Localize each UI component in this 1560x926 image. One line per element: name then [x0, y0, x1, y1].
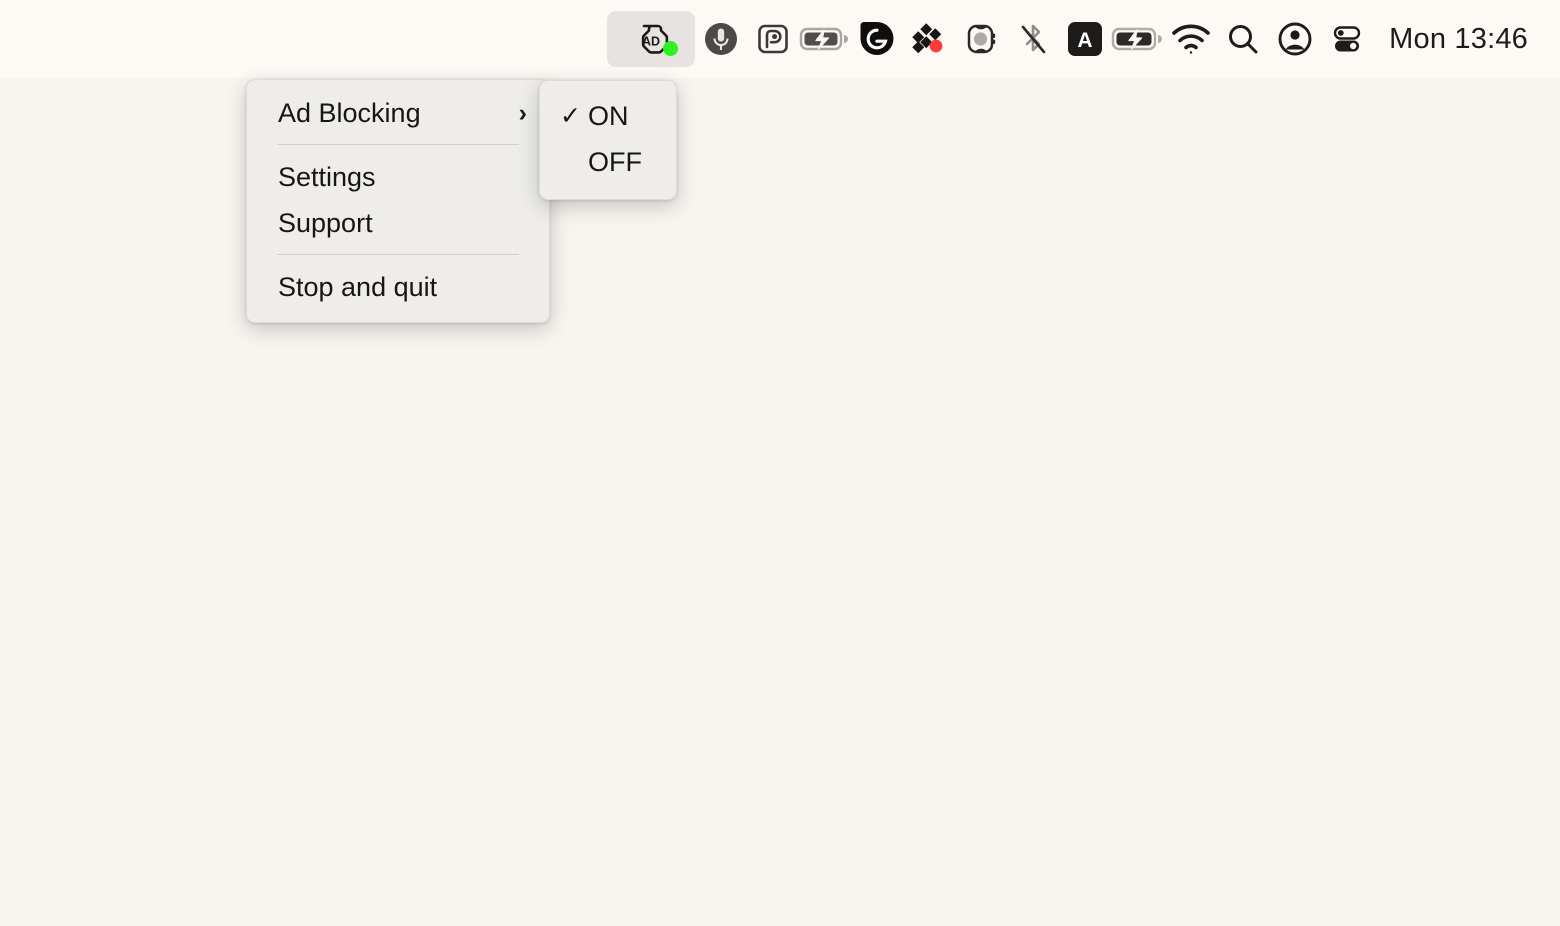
menu-separator	[277, 144, 519, 145]
menubar-item-battery-external[interactable]	[799, 11, 851, 67]
menu-item-settings[interactable]: Settings	[247, 154, 549, 200]
svg-text:A: A	[1078, 29, 1093, 52]
menubar-item-control-center[interactable]	[1321, 11, 1373, 67]
submenu-item-label: OFF	[588, 146, 642, 177]
menu-bar: AD A Mon 13:46	[0, 0, 1560, 78]
ad-blocking-submenu: ✓ ON OFF	[539, 80, 677, 200]
menubar-item-grammarly[interactable]	[851, 11, 903, 67]
menu-item-ad-blocking[interactable]: Ad Blocking ›	[247, 90, 549, 136]
battery-charging-icon	[1111, 22, 1165, 56]
menubar-item-input-source[interactable]: A	[1059, 11, 1111, 67]
svg-text:AD: AD	[642, 35, 660, 49]
adblock-status-dot	[663, 41, 679, 56]
adblock-dropdown-menu: Ad Blocking › Settings Support Stop and …	[246, 79, 550, 323]
menu-separator	[277, 254, 519, 255]
submenu-item-off[interactable]: OFF	[540, 139, 676, 185]
user-account-icon	[1275, 19, 1315, 59]
menubar-clock[interactable]: Mon 13:46	[1373, 23, 1528, 56]
submenu-item-on[interactable]: ✓ ON	[540, 93, 676, 139]
input-source-a-icon: A	[1063, 20, 1107, 58]
bluetooth-off-icon	[1013, 18, 1053, 60]
menubar-item-spotlight[interactable]	[1217, 11, 1269, 67]
menubar-item-adblock[interactable]: AD	[607, 11, 696, 67]
wifi-icon	[1170, 22, 1212, 56]
menubar-item-battery[interactable]	[1111, 11, 1165, 67]
submenu-item-label: ON	[588, 100, 629, 131]
search-icon	[1223, 19, 1263, 59]
microphone-icon	[701, 19, 741, 59]
grammarly-icon	[856, 18, 898, 60]
notification-badge	[929, 39, 943, 53]
control-center-icon	[1327, 19, 1367, 59]
menu-item-label: Support	[278, 207, 373, 238]
menu-item-label: Stop and quit	[278, 271, 438, 302]
battery-charging-icon	[799, 22, 851, 56]
diamond-cluster-icon	[909, 19, 949, 59]
menu-item-label: Settings	[278, 161, 376, 192]
menubar-item-apple-watch[interactable]	[955, 11, 1007, 67]
menubar-item-pocket[interactable]	[747, 11, 799, 67]
menubar-item-microphone[interactable]	[695, 11, 747, 67]
pocket-p-icon	[753, 19, 793, 59]
menubar-item-sync-app[interactable]	[903, 11, 955, 67]
menu-item-stop-and-quit[interactable]: Stop and quit	[247, 264, 549, 310]
menubar-item-user-account[interactable]	[1269, 11, 1321, 67]
checkmark-icon: ✓	[560, 102, 581, 130]
menubar-item-wifi[interactable]	[1165, 11, 1217, 67]
menubar-item-bluetooth[interactable]	[1007, 11, 1059, 67]
menu-item-label: Ad Blocking	[278, 97, 421, 128]
apple-watch-icon	[960, 18, 1002, 60]
chevron-right-icon: ›	[518, 98, 527, 127]
desktop-background: AD A Mon 13:46 Ad Blocking › Settings Su…	[0, 0, 1560, 926]
menu-item-support[interactable]: Support	[247, 200, 549, 246]
